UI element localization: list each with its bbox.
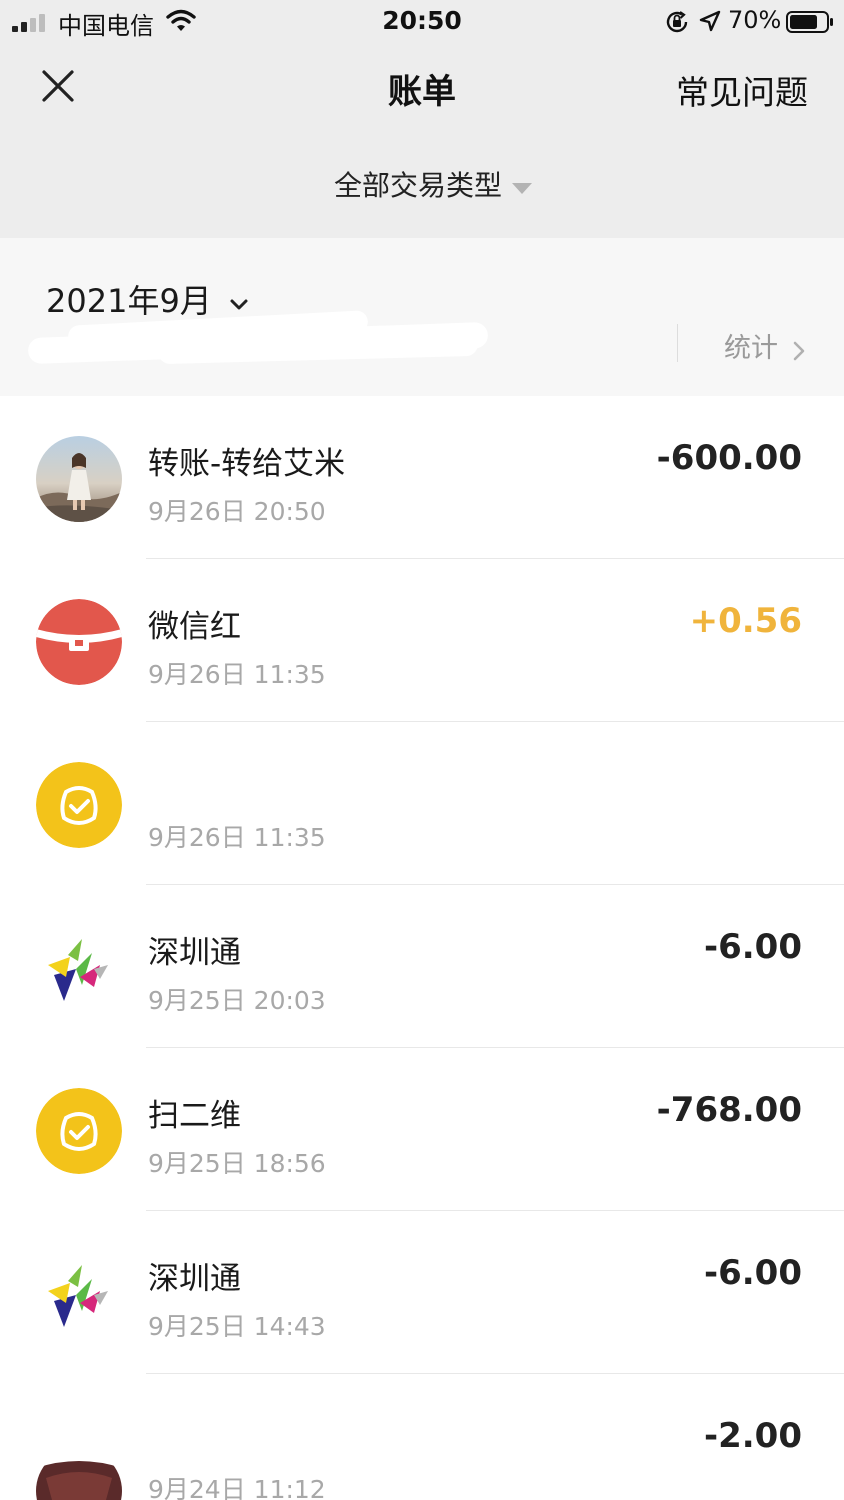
transaction-time: 9月25日 20:03	[148, 986, 326, 1015]
location-arrow-icon	[699, 10, 721, 32]
transaction-row[interactable]: 9月26日 11:35	[0, 722, 844, 885]
summary-divider	[677, 324, 678, 362]
transaction-row[interactable]: 微信红 9月26日 11:35 +0.56	[0, 559, 844, 722]
transaction-time: 9月26日 11:35	[148, 823, 326, 852]
shenzhentong-icon	[36, 1251, 122, 1337]
transaction-row[interactable]: 深圳通 9月25日 20:03 -6.00	[0, 885, 844, 1048]
caret-down-icon	[512, 183, 533, 194]
wallet-bag-icon	[36, 1088, 122, 1174]
merchant-photo	[36, 1448, 122, 1500]
avatar-photo	[36, 436, 122, 522]
faq-button[interactable]: 常见问题	[676, 66, 808, 114]
statistics-button[interactable]: 统计	[724, 326, 805, 365]
transaction-time: 9月26日 20:50	[148, 497, 326, 526]
nav-bar: 账单 常见问题	[0, 44, 844, 134]
transaction-amount: -6.00	[704, 927, 802, 967]
chevron-right-icon	[793, 341, 805, 360]
redacted-text	[148, 1404, 338, 1454]
filter-label: 全部交易类型	[334, 169, 503, 202]
transaction-row[interactable]: 深圳通 9月25日 14:43 -6.00	[0, 1211, 844, 1374]
transaction-time: 9月26日 11:35	[148, 660, 326, 689]
transaction-amount: -768.00	[656, 1090, 802, 1130]
transaction-type-filter[interactable]: 全部交易类型	[334, 164, 533, 204]
transaction-row[interactable]: 扫二维 9月25日 18:56 -768.00	[0, 1048, 844, 1211]
transaction-title: 转账-转给艾米	[148, 446, 346, 482]
transaction-title: 扫二维	[148, 1098, 241, 1134]
transaction-amount: -6.00	[704, 1253, 802, 1293]
transaction-time: 9月24日 11:12	[148, 1475, 326, 1500]
orientation-lock-icon	[666, 11, 688, 33]
transaction-row[interactable]: 9月24日 11:12 -2.00	[0, 1374, 844, 1500]
transaction-amount: +0.56	[689, 601, 802, 641]
chevron-down-icon	[230, 299, 248, 309]
redacted-text	[246, 1088, 506, 1120]
month-header: 2021年9月 统计	[0, 238, 844, 396]
transaction-title: 微信红	[148, 609, 241, 645]
transaction-title: 深圳通	[148, 1261, 241, 1297]
transaction-amount: -2.00	[704, 1416, 802, 1456]
month-summary-redacted	[27, 310, 489, 365]
statistics-label: 统计	[724, 333, 778, 364]
transaction-row[interactable]: 转账-转给艾米 9月26日 20:50 -600.00	[0, 396, 844, 559]
bill-page: 中国电信 20:50 70% 账单 常见问题 全部交易类型 2021年9月 统计…	[0, 0, 844, 1500]
battery-percentage: 70%	[728, 6, 782, 34]
wallet-bag-icon	[36, 762, 122, 848]
status-bar: 中国电信 20:50 70%	[0, 0, 844, 44]
shenzhentong-icon	[36, 925, 122, 1011]
transaction-list: 转账-转给艾米 9月26日 20:50 -600.00 微信红 9月26日 11…	[0, 396, 844, 1500]
transaction-amount: -600.00	[656, 438, 802, 478]
redacted-text	[148, 752, 468, 792]
transaction-time: 9月25日 14:43	[148, 1312, 326, 1341]
red-packet-icon	[36, 599, 122, 685]
transaction-title: 深圳通	[148, 935, 241, 971]
redacted-text	[248, 603, 428, 633]
filter-bar: 全部交易类型	[0, 134, 844, 238]
transaction-time: 9月25日 18:56	[148, 1149, 326, 1178]
battery-icon	[786, 11, 833, 33]
